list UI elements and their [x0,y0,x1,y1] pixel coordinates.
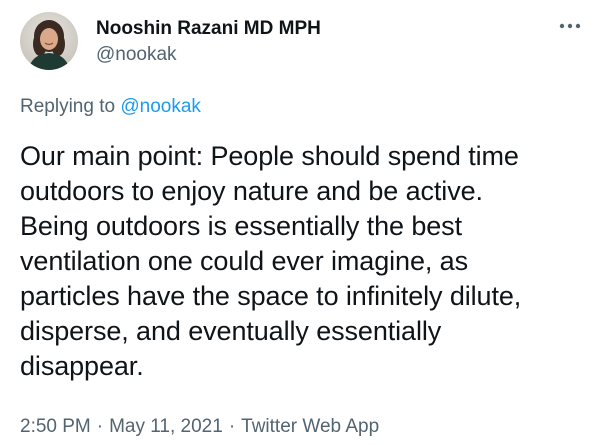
tweet-text-line: outdoors to enjoy nature and be active. [20,176,483,206]
meta-separator: · [96,416,104,437]
replying-to: Replying to @nookak [20,95,201,119]
tweet-card: Nooshin Razani MD MPH @nookak Replying t… [0,0,600,445]
tweet-source-link[interactable]: Twitter Web App [241,416,379,437]
replying-to-handle-link[interactable]: @nookak [120,96,201,117]
tweet-metadata: 2:50 PM · May 11, 2021 · Twitter Web App [20,415,379,439]
tweet-text-line: ventilation one could ever imagine, as [20,246,468,276]
tweet-text: Our main point: People should spend time… [20,139,590,384]
tweet-text-line: disperse, and eventually essentially [20,316,442,346]
tweet-text-line: particles have the space to infinitely d… [20,281,522,311]
more-options-button[interactable] [556,18,584,34]
tweet-date-link[interactable]: May 11, 2021 [109,416,223,437]
tweet-text-line: Our main point: People should spend time [20,141,519,171]
profile-photo-icon [20,12,78,70]
meta-separator: · [228,416,236,437]
author-handle[interactable]: @nookak [96,43,321,67]
tweet-text-line: disappear. [20,351,144,381]
replying-to-label: Replying to [20,96,121,117]
tweet-text-line: Being outdoors is essentially the best [20,211,462,241]
tweet-time-link[interactable]: 2:50 PM [20,416,91,437]
avatar[interactable] [20,12,78,70]
more-horizontal-icon [559,23,581,29]
author-info: Nooshin Razani MD MPH @nookak [96,17,321,67]
author-display-name[interactable]: Nooshin Razani MD MPH [96,17,321,41]
